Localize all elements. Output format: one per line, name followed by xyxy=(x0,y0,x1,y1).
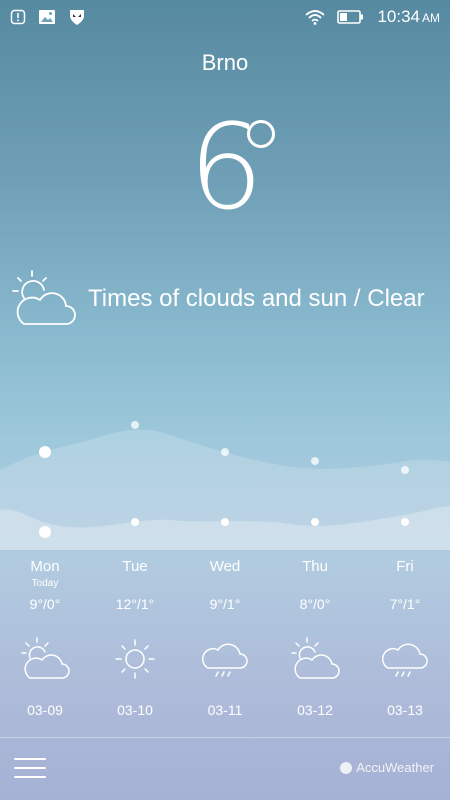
low-temp-point xyxy=(311,518,319,526)
low-temp-point xyxy=(401,518,409,526)
forecast-day[interactable]: Thu 8°/0° 03-12 xyxy=(270,558,360,718)
partly-cloudy-icon xyxy=(291,637,340,679)
rain-cloud-icon xyxy=(382,643,428,677)
temperature-value: 6 xyxy=(188,98,263,236)
day-name: Wed xyxy=(209,558,241,575)
city-name: Brno xyxy=(201,50,249,75)
menu-button[interactable] xyxy=(14,758,46,780)
current-condition: Times of clouds and sun / Clear xyxy=(10,268,425,330)
image-icon xyxy=(39,10,55,24)
day-date: 03-10 xyxy=(117,702,153,718)
forecast-day[interactable]: Wed 9°/1° 03-11 xyxy=(180,558,270,718)
degree-symbol xyxy=(247,120,275,148)
day-name: Tue xyxy=(122,558,148,575)
temp-range: 8°/0° xyxy=(299,596,331,612)
day-date: 03-12 xyxy=(297,702,333,718)
wifi-icon xyxy=(305,10,326,25)
alert-icon xyxy=(10,9,26,25)
forecast-day[interactable]: Tue 12°/1° 03-10 xyxy=(90,558,180,718)
high-temp-point xyxy=(39,446,51,458)
brand-name: AccuWeather xyxy=(356,760,434,775)
high-temp-point xyxy=(221,448,229,456)
menu-line xyxy=(14,776,46,778)
brand-logo[interactable]: AccuWeather xyxy=(340,760,434,775)
current-temperature: 6 xyxy=(0,108,450,226)
temp-range: 9°/0° xyxy=(29,596,61,612)
day-name: Mon xyxy=(30,558,60,575)
low-temp-point xyxy=(39,526,51,538)
condition-text: Times of clouds and sun / Clear xyxy=(88,285,425,312)
day-date: 03-11 xyxy=(207,702,243,718)
sun-icon xyxy=(115,639,155,679)
footer-divider xyxy=(0,737,450,738)
day-name: Thu xyxy=(302,558,328,575)
status-bar: 10:34 AM xyxy=(0,0,450,34)
forecast-day[interactable]: Fri 7°/1° 03-13 xyxy=(360,558,450,718)
forecast-day[interactable]: Mon Today 9°/0° 03-09 xyxy=(0,558,90,718)
menu-line xyxy=(14,758,46,760)
high-temp-point xyxy=(401,466,409,474)
day-sub: Today xyxy=(31,578,59,589)
menu-line xyxy=(14,767,46,769)
battery-icon xyxy=(337,10,364,24)
temp-range: 9°/1° xyxy=(209,596,241,612)
accuweather-icon xyxy=(340,761,353,774)
day-date: 03-13 xyxy=(387,702,423,718)
rain-cloud-icon xyxy=(202,643,248,677)
forecast-list: Mon Today 9°/0° 03-09 Tue 12°/1° 03-10 W… xyxy=(0,558,450,718)
day-date: 03-09 xyxy=(27,702,63,718)
partly-cloudy-icon xyxy=(21,637,70,679)
temp-range: 7°/1° xyxy=(389,596,421,612)
low-temp-point xyxy=(221,518,229,526)
partly-cloudy-icon xyxy=(12,270,76,325)
shield-icon xyxy=(70,10,84,25)
day-name: Fri xyxy=(396,558,414,575)
clock: 10:34 AM xyxy=(377,7,440,26)
high-temp-point xyxy=(311,457,319,465)
low-temp-point xyxy=(131,518,139,526)
temp-range: 12°/1° xyxy=(115,596,155,612)
high-temp-point xyxy=(131,421,139,429)
temperature-chart xyxy=(0,421,450,550)
